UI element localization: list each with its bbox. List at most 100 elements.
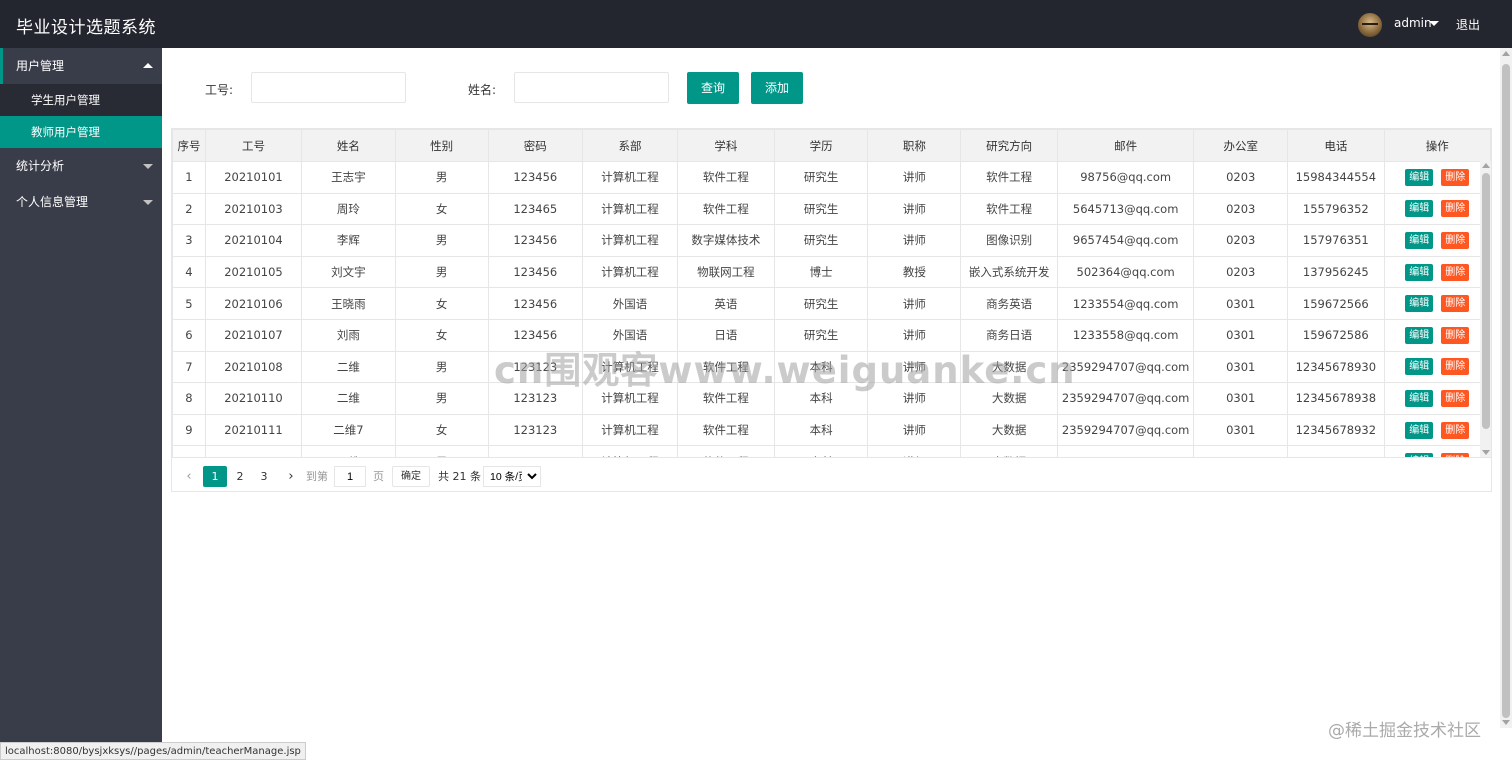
- table-cell: 讲师: [867, 350, 962, 384]
- column-header: 性别: [394, 129, 489, 162]
- table-cell: 123456: [487, 318, 583, 352]
- page-scrollbar[interactable]: [1500, 48, 1512, 728]
- table-cell: 大数据: [960, 382, 1058, 415]
- table-cell: 3: [172, 224, 206, 257]
- table-cell: 物联网工程: [677, 255, 775, 289]
- edit-button[interactable]: 编辑: [1405, 326, 1434, 344]
- table-scrollbar-thumb[interactable]: [1482, 173, 1490, 429]
- edit-button[interactable]: 编辑: [1405, 358, 1434, 376]
- sidebar-submenu: 学生用户管理 教师用户管理: [0, 84, 162, 148]
- scroll-up-icon[interactable]: [1502, 51, 1510, 56]
- delete-button[interactable]: 删除: [1441, 421, 1470, 439]
- table-cell: 0203: [1193, 255, 1289, 289]
- edit-button[interactable]: 编辑: [1405, 200, 1434, 218]
- scroll-up-icon[interactable]: [1482, 163, 1490, 168]
- table-cell: 计算机工程: [581, 255, 679, 289]
- row-actions: 编辑删除: [1383, 161, 1491, 194]
- table-cell: 5: [172, 287, 206, 320]
- sidebar-item-statistics[interactable]: 统计分析: [0, 148, 162, 184]
- table-cell: 1233554@qq.com: [1056, 287, 1195, 320]
- table-cell: 123123: [487, 413, 583, 447]
- table-cell: 二维: [301, 382, 396, 415]
- table-cell: 计算机工程: [581, 192, 679, 226]
- table-cell: 数字媒体技术: [677, 224, 775, 257]
- delete-button[interactable]: 删除: [1441, 231, 1470, 249]
- table-cell: 研究生: [773, 318, 869, 352]
- delete-button[interactable]: 删除: [1441, 200, 1470, 218]
- table-cell: 本科: [773, 382, 869, 415]
- sidebar-item-personal-info[interactable]: 个人信息管理: [0, 184, 162, 220]
- sidebar-item-student-users[interactable]: 学生用户管理: [0, 84, 162, 116]
- table-cell: 刘雨: [301, 318, 396, 352]
- table-cell: 男: [394, 350, 489, 384]
- chevron-down-icon[interactable]: [1429, 21, 1439, 26]
- goto-page-input[interactable]: [334, 466, 366, 487]
- row-actions: 编辑删除: [1383, 255, 1491, 289]
- table-cell: 123123: [487, 350, 583, 384]
- table-cell: 博士: [773, 255, 869, 289]
- table-cell: 讲师: [867, 224, 962, 257]
- column-header: 邮件: [1056, 129, 1195, 162]
- page-size-select[interactable]: 10 条/页: [483, 466, 541, 487]
- edit-button[interactable]: 编辑: [1405, 295, 1434, 313]
- table-cell: 123456: [487, 161, 583, 194]
- delete-button[interactable]: 删除: [1441, 326, 1470, 344]
- delete-button[interactable]: 删除: [1441, 358, 1470, 376]
- delete-button[interactable]: 删除: [1441, 295, 1470, 313]
- delete-button[interactable]: 删除: [1441, 168, 1470, 186]
- table-cell: 外国语: [581, 318, 679, 352]
- chevron-left-icon[interactable]: ‹: [180, 466, 198, 487]
- table-cell: 0301: [1193, 287, 1289, 320]
- delete-button[interactable]: 删除: [1441, 389, 1470, 407]
- teacher-id-input[interactable]: [251, 72, 406, 103]
- chevron-down-icon: [143, 200, 153, 205]
- table-cell: 20210108: [204, 350, 303, 384]
- table-header-row: 序号 工号 姓名 性别 密码 系部 学科 学历 职称 研究方向 邮件 办公室 电话 操作: [172, 129, 1491, 162]
- user-avatar[interactable]: [1358, 13, 1382, 37]
- goto-confirm-button[interactable]: 确定: [392, 466, 430, 487]
- table-cell: 王志宇: [301, 161, 396, 194]
- edit-button[interactable]: 编辑: [1405, 389, 1434, 407]
- page-2-button[interactable]: 2: [228, 466, 252, 487]
- row-actions: 编辑删除: [1383, 350, 1491, 384]
- edit-button[interactable]: 编辑: [1405, 231, 1434, 249]
- app-title: 毕业设计选题系统: [16, 18, 156, 38]
- table-cell: 12345678938: [1287, 382, 1385, 415]
- table-cell: 8: [172, 382, 206, 415]
- chevron-right-icon[interactable]: ›: [282, 466, 300, 487]
- table-row: 2 20210103 周玲女 123465 计算机工程 软件工程 研究生 讲师 软件工程 5645…: [172, 192, 1491, 226]
- row-actions: 编辑删除: [1383, 287, 1491, 320]
- table-cell: 0301: [1193, 382, 1289, 415]
- table-cell: 软件工程: [677, 382, 775, 415]
- add-button[interactable]: 添加: [751, 72, 803, 104]
- table-cell: 计算机工程: [581, 382, 679, 415]
- delete-button[interactable]: 删除: [1441, 263, 1470, 281]
- table-cell: 软件工程: [677, 192, 775, 226]
- edit-button[interactable]: 编辑: [1405, 263, 1434, 281]
- table-cell: 20210107: [204, 318, 303, 352]
- table-cell: 0203: [1193, 161, 1289, 194]
- table-cell: 2359294707@qq.com: [1056, 350, 1195, 384]
- page-1-button[interactable]: 1: [203, 466, 227, 487]
- scroll-down-icon[interactable]: [1502, 720, 1510, 725]
- chevron-up-icon: [143, 63, 153, 68]
- table-cell: 20210106: [204, 287, 303, 320]
- user-menu[interactable]: admin: [1394, 16, 1432, 30]
- query-button[interactable]: 查询: [687, 72, 739, 104]
- table-cell: 4: [172, 255, 206, 289]
- page-scrollbar-thumb[interactable]: [1502, 64, 1510, 718]
- sidebar-item-teacher-users[interactable]: 教师用户管理: [0, 116, 162, 148]
- column-header: 序号: [172, 129, 206, 162]
- column-header: 职称: [867, 129, 962, 162]
- name-input[interactable]: [514, 72, 669, 103]
- table-cell: 大数据: [960, 413, 1058, 447]
- table-cell: 软件工程: [677, 161, 775, 194]
- table-cell: 外国语: [581, 287, 679, 320]
- edit-button[interactable]: 编辑: [1405, 168, 1434, 186]
- scroll-down-icon[interactable]: [1482, 450, 1490, 455]
- table-scrollbar[interactable]: [1480, 161, 1491, 457]
- sidebar-item-user-management[interactable]: 用户管理: [0, 48, 162, 84]
- edit-button[interactable]: 编辑: [1405, 421, 1434, 439]
- page-3-button[interactable]: 3: [252, 466, 276, 487]
- logout-link[interactable]: 退出: [1456, 16, 1480, 33]
